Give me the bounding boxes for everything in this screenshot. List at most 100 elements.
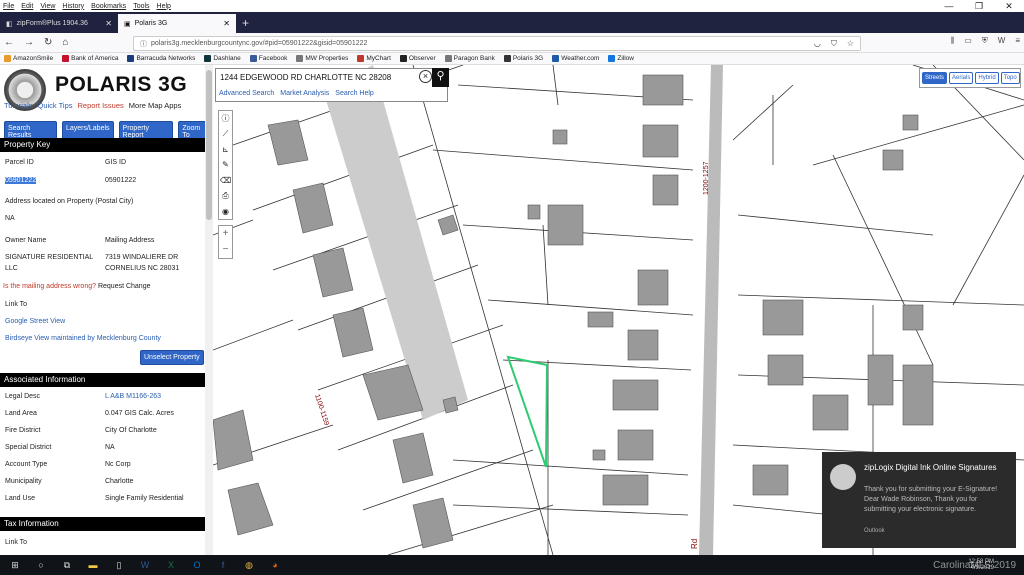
chrome-icon[interactable]: ◍	[242, 560, 256, 571]
notification-toast[interactable]: zipLogix Digital Ink Online Signatures T…	[822, 452, 1016, 548]
menu-history[interactable]: History	[62, 3, 84, 10]
aerials-layer-button[interactable]: Aerials	[949, 72, 974, 84]
building	[267, 119, 309, 166]
outlook-icon[interactable]: O	[190, 560, 204, 570]
parcel-id-value[interactable]: 05901222	[5, 177, 37, 184]
bookmark-observer[interactable]: Observer	[399, 55, 436, 62]
bookmark-mychart[interactable]: MyChart	[357, 55, 391, 62]
market-analysis-link[interactable]: Market Analysis	[280, 90, 329, 97]
clear-search-icon[interactable]: ×	[419, 70, 432, 83]
bookmark-mw-properties[interactable]: MW Properties	[296, 55, 348, 62]
bookmark-paragon-bank[interactable]: Paragon Bank	[444, 55, 495, 62]
notepad-icon[interactable]: ▯	[112, 560, 126, 571]
address-search-input[interactable]: 1244 EDGEWOOD RD CHARLOTTE NC 28208	[216, 69, 449, 87]
sidebar-icon[interactable]: ▭	[964, 36, 972, 46]
associated-info-header: Associated Information	[0, 373, 205, 387]
tab-zipform[interactable]: ◧ zipForm®Plus 1904.36 ✕	[0, 14, 118, 33]
zoom-control: + −	[218, 225, 233, 259]
close-icon[interactable]: ✕	[994, 0, 1024, 12]
bookmark-facebook[interactable]: Facebook	[249, 55, 287, 62]
app-title: POLARIS 3G	[55, 73, 188, 96]
special-district-label: Special District	[5, 444, 52, 451]
excel-icon[interactable]: X	[164, 560, 178, 570]
hybrid-layer-button[interactable]: Hybrid	[975, 72, 999, 84]
search-icon[interactable]: ⚲	[432, 68, 449, 87]
minimize-icon[interactable]: —	[934, 0, 964, 12]
extension-icon[interactable]: ⛨	[982, 36, 988, 46]
shield-icon[interactable]: ⛉	[831, 39, 837, 49]
home-icon[interactable]: ⌂	[62, 37, 68, 48]
menu-help[interactable]: Help	[157, 3, 171, 10]
parcel-line	[952, 174, 1024, 306]
more-apps-link[interactable]: More Map Apps	[129, 101, 182, 110]
tab-polaris[interactable]: ▣ Polaris 3G ✕	[118, 14, 236, 33]
topo-layer-button[interactable]: Topo	[1000, 72, 1020, 84]
maximize-icon[interactable]: ❐	[964, 0, 994, 12]
identify-icon[interactable]: ⓘ	[222, 111, 230, 126]
menu-file[interactable]: File	[3, 3, 14, 10]
request-change-link[interactable]: Request Change	[98, 283, 151, 290]
report-issues-link[interactable]: Report Issues	[78, 101, 124, 110]
search-links: Advanced Search Market Analysis Search H…	[219, 90, 374, 97]
bookmark-star-icon[interactable]: ☆	[847, 39, 854, 49]
draw-icon[interactable]: ✎	[222, 157, 229, 172]
advanced-search-link[interactable]: Advanced Search	[219, 90, 274, 97]
land-area-value: 0.047 GIS Calc. Acres	[105, 410, 174, 417]
quick-tips-link[interactable]: Quick Tips	[37, 101, 72, 110]
search-circle-icon[interactable]: ○	[34, 560, 48, 570]
bookmark-barracuda[interactable]: Barracuda Networks	[127, 55, 195, 62]
parcel-line	[542, 224, 549, 306]
zoom-in-icon[interactable]: +	[223, 226, 229, 242]
file-explorer-icon[interactable]: ▬	[86, 560, 100, 570]
bookmark-weather[interactable]: Weather.com	[552, 55, 599, 62]
parcel-line	[387, 504, 554, 555]
tab-close-icon[interactable]: ✕	[105, 19, 112, 28]
building	[767, 354, 804, 386]
menu-tools[interactable]: Tools	[133, 3, 149, 10]
tutorials-link[interactable]: Tutorials	[4, 101, 32, 110]
bookmark-polaris[interactable]: Polaris 3G	[503, 55, 543, 62]
reload-icon[interactable]: ↻	[44, 37, 52, 48]
unselect-property-button[interactable]: Unselect Property	[140, 350, 204, 365]
info-icon[interactable]: ⓘ	[140, 39, 147, 49]
mailing-line-1: 7319 WINDALIERE DR	[105, 254, 179, 261]
measure-icon[interactable]: ⟋	[223, 126, 229, 141]
menu-bookmarks[interactable]: Bookmarks	[91, 3, 126, 10]
map-toolbar: ⓘ ⟋ ⊾ ✎ ⌫ ⎙ ◉	[218, 110, 233, 220]
print-icon[interactable]: ⎙	[222, 188, 228, 203]
forward-icon[interactable]: →	[24, 37, 34, 48]
task-view-icon[interactable]: ⧉	[60, 560, 74, 571]
birdseye-view-link[interactable]: Birdseye View maintained by Mecklenburg …	[5, 335, 205, 342]
library-icon[interactable]: ⫼	[951, 36, 955, 46]
streets-layer-button[interactable]: Streets	[922, 72, 948, 84]
firefox-icon[interactable]: ◕	[268, 560, 282, 570]
word-icon[interactable]: W	[138, 560, 152, 570]
url-bar[interactable]: ⓘ polaris3g.mecklenburgcountync.gov/#pid…	[133, 36, 861, 51]
erase-icon[interactable]: ⌫	[220, 173, 231, 188]
toast-body: Thank you for submitting your E-Signatur…	[864, 486, 998, 513]
extension-w-icon[interactable]: W	[998, 36, 1006, 46]
area-icon[interactable]: ⊾	[222, 142, 229, 157]
bookmark-amazonsmile[interactable]: AmazonSmile	[4, 55, 53, 62]
facebook-icon[interactable]: f	[216, 560, 230, 570]
bookmark-zillow[interactable]: Zillow	[608, 55, 634, 62]
menu-edit[interactable]: Edit	[21, 3, 33, 10]
tab-close-icon[interactable]: ✕	[223, 19, 230, 28]
back-icon[interactable]: ←	[4, 37, 14, 48]
bookmark-dashlane[interactable]: Dashlane	[204, 55, 241, 62]
legal-desc-link[interactable]: L A&B M1166-263	[105, 393, 161, 400]
sidebar-scroll-thumb[interactable]	[206, 70, 212, 220]
google-street-view-link[interactable]: Google Street View	[5, 318, 205, 325]
pocket-icon[interactable]: ◡	[814, 39, 821, 49]
bookmark-bank-of-america[interactable]: Bank of America	[62, 55, 118, 62]
building	[617, 429, 654, 461]
hamburger-menu-icon[interactable]: ≡	[1015, 36, 1020, 46]
land-use-value: Single Family Residential	[105, 495, 184, 502]
menu-view[interactable]: View	[40, 3, 55, 10]
windows-start-icon[interactable]: ⊞	[8, 560, 22, 571]
zoom-out-icon[interactable]: −	[223, 242, 229, 258]
locate-icon[interactable]: ◉	[222, 204, 229, 219]
new-tab-icon[interactable]: +	[236, 14, 255, 33]
search-help-link[interactable]: Search Help	[335, 90, 374, 97]
owner-mailing-row-1: SIGNATURE RESIDENTIAL 7319 WINDALIERE DR	[5, 254, 205, 261]
